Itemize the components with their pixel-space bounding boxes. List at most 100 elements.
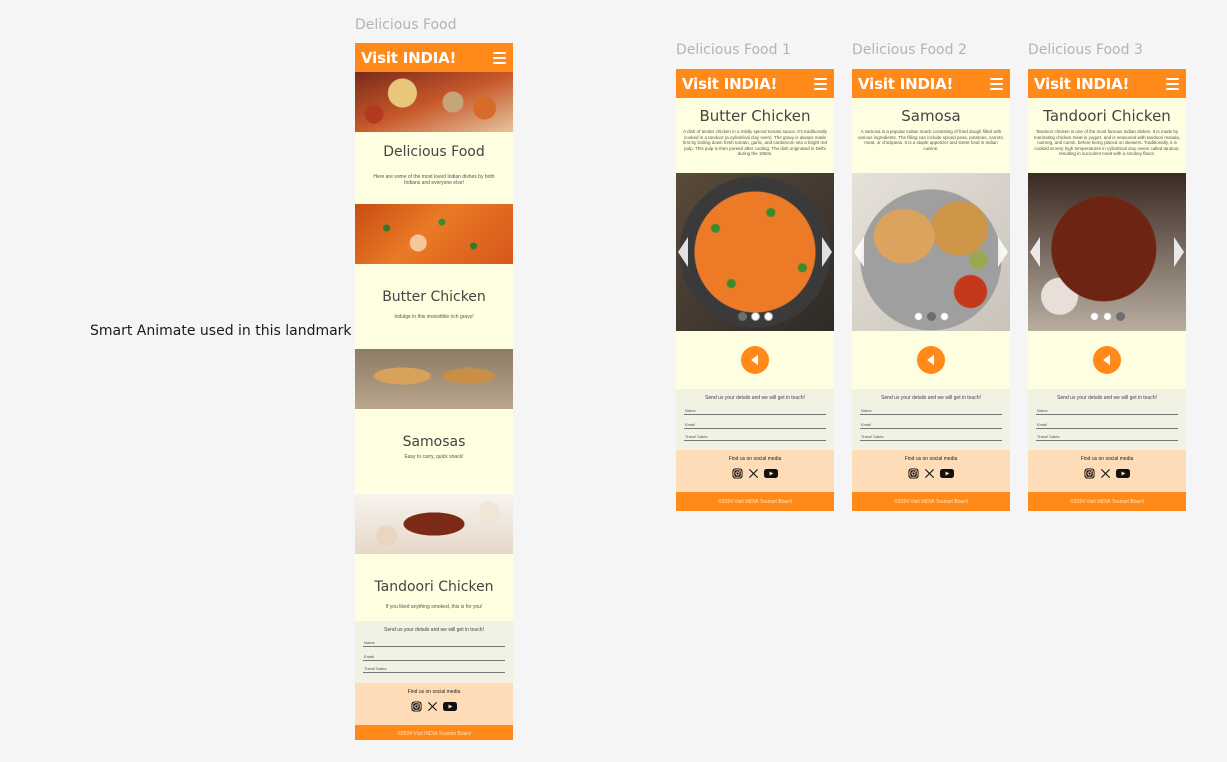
samosa-card[interactable]: Samosas Easy to carry, quick snack! xyxy=(355,409,513,494)
samosa-title: Samosas xyxy=(402,434,466,450)
brand-logo[interactable]: Visit INDIA! xyxy=(682,75,777,93)
form-title: Send us your details and we will get in … xyxy=(384,627,484,633)
samosa-text: Easy to carry, quick snack! xyxy=(404,454,464,460)
carousel-dot[interactable] xyxy=(1115,312,1125,321)
brand-logo[interactable]: Visit INDIA! xyxy=(1034,75,1129,93)
back-button[interactable] xyxy=(917,346,945,374)
carousel-dot[interactable] xyxy=(1089,312,1099,321)
tandoori-chicken-image[interactable] xyxy=(355,494,513,554)
instagram-icon[interactable] xyxy=(732,468,743,479)
frame-label-detail-2: Delicious Food 2 xyxy=(852,42,967,58)
butter-chicken-text: Indulge in this irresistible rich gravy! xyxy=(394,314,474,320)
youtube-icon[interactable] xyxy=(443,701,457,712)
travel-dates-field[interactable]: Travel Dates xyxy=(1036,431,1178,441)
carousel-dot[interactable] xyxy=(737,312,747,321)
name-field[interactable]: Name xyxy=(363,637,505,647)
back-button[interactable] xyxy=(741,346,769,374)
carousel-dots xyxy=(852,312,1010,321)
carousel-dot[interactable] xyxy=(750,312,760,321)
footer: ©2024 Visit INDIA Tourism Board xyxy=(355,725,513,740)
image-carousel[interactable] xyxy=(676,173,834,331)
detail-intro: Tandoori Chicken Tandoori chicken is one… xyxy=(1028,98,1186,173)
detail-description: Tandoori chicken is one of the most famo… xyxy=(1033,129,1181,156)
detail-page-samosa: Visit INDIA! Samosa A samosa is a popula… xyxy=(852,69,1010,511)
butter-chicken-image[interactable] xyxy=(355,204,513,264)
travel-dates-field[interactable]: Travel Dates xyxy=(860,431,1002,441)
contact-form: Send us your details and we will get in … xyxy=(676,389,834,450)
detail-description: A dish of tender chicken in a mildly spi… xyxy=(682,129,828,156)
social-section: Find us on social media xyxy=(355,683,513,725)
social-title: Find us on social media xyxy=(904,456,958,462)
x-icon[interactable] xyxy=(748,468,759,479)
social-title: Find us on social media xyxy=(1080,456,1134,462)
carousel-next-arrow-icon[interactable] xyxy=(1174,237,1184,267)
back-row xyxy=(852,331,1010,389)
back-arrow-icon xyxy=(927,355,934,365)
footer: ©2024 Visit INDIA Tourism Board xyxy=(676,492,834,511)
email-field[interactable]: Email xyxy=(363,651,505,661)
social-title: Find us on social media xyxy=(407,689,461,695)
carousel-prev-arrow-icon[interactable] xyxy=(678,237,688,267)
email-field[interactable]: Email xyxy=(684,419,826,429)
carousel-next-arrow-icon[interactable] xyxy=(998,237,1008,267)
instagram-icon[interactable] xyxy=(411,701,422,712)
social-section: Find us on social media xyxy=(852,450,1010,492)
back-arrow-icon xyxy=(751,355,758,365)
carousel-prev-arrow-icon[interactable] xyxy=(1030,237,1040,267)
hamburger-menu-icon[interactable] xyxy=(990,77,1003,90)
image-carousel[interactable] xyxy=(852,173,1010,331)
carousel-dots xyxy=(1028,312,1186,321)
intro-title: Delicious Food xyxy=(383,144,485,160)
carousel-dots xyxy=(676,312,834,321)
instagram-icon[interactable] xyxy=(908,468,919,479)
social-icons xyxy=(852,468,1010,479)
intro-section: Delicious Food Here are some of the most… xyxy=(355,132,513,204)
youtube-icon[interactable] xyxy=(764,468,778,479)
youtube-icon[interactable] xyxy=(1116,468,1130,479)
name-field[interactable]: Name xyxy=(684,405,826,415)
hamburger-menu-icon[interactable] xyxy=(1166,77,1179,90)
x-icon[interactable] xyxy=(1100,468,1111,479)
image-carousel[interactable] xyxy=(1028,173,1186,331)
carousel-next-arrow-icon[interactable] xyxy=(822,237,832,267)
carousel-dot[interactable] xyxy=(1102,312,1112,321)
x-icon[interactable] xyxy=(427,701,438,712)
footer: ©2024 Visit INDIA Tourism Board xyxy=(1028,492,1186,511)
intro-text: Here are some of the most loved Indian d… xyxy=(373,174,495,186)
tandoori-chicken-card[interactable]: Tandoori Chicken If you liked anything s… xyxy=(355,554,513,621)
name-field[interactable]: Name xyxy=(860,405,1002,415)
name-field[interactable]: Name xyxy=(1036,405,1178,415)
x-icon[interactable] xyxy=(924,468,935,479)
carousel-dot[interactable] xyxy=(913,312,923,321)
instagram-icon[interactable] xyxy=(1084,468,1095,479)
travel-dates-field[interactable]: Travel Dates xyxy=(684,431,826,441)
carousel-prev-arrow-icon[interactable] xyxy=(854,237,864,267)
email-field[interactable]: Email xyxy=(860,419,1002,429)
hamburger-menu-icon[interactable] xyxy=(493,51,506,64)
social-section: Find us on social media xyxy=(676,450,834,492)
carousel-dot[interactable] xyxy=(763,312,773,321)
youtube-icon[interactable] xyxy=(940,468,954,479)
contact-form: Send us your details and we will get in … xyxy=(852,389,1010,450)
contact-form: Send us your details and we will get in … xyxy=(355,621,513,683)
brand-logo[interactable]: Visit INDIA! xyxy=(361,49,456,67)
form-title: Send us your details and we will get in … xyxy=(705,395,805,401)
frame-label-detail-3: Delicious Food 3 xyxy=(1028,42,1143,58)
tandoori-chicken-title: Tandoori Chicken xyxy=(374,579,494,595)
carousel-dot[interactable] xyxy=(926,312,936,321)
frame-label-detail-1: Delicious Food 1 xyxy=(676,42,791,58)
form-title: Send us your details and we will get in … xyxy=(1057,395,1157,401)
travel-dates-field[interactable]: Travel Dates xyxy=(363,663,505,673)
frame-label-main: Delicious Food xyxy=(355,17,457,33)
carousel-dot[interactable] xyxy=(939,312,949,321)
social-icons xyxy=(676,468,834,479)
back-button[interactable] xyxy=(1093,346,1121,374)
contact-form: Send us your details and we will get in … xyxy=(1028,389,1186,450)
email-field[interactable]: Email xyxy=(1036,419,1178,429)
samosa-image[interactable] xyxy=(355,349,513,409)
footer: ©2024 Visit INDIA Tourism Board xyxy=(852,492,1010,511)
hamburger-menu-icon[interactable] xyxy=(814,77,827,90)
brand-logo[interactable]: Visit INDIA! xyxy=(858,75,953,93)
butter-chicken-card[interactable]: Butter Chicken Indulge in this irresisti… xyxy=(355,264,513,349)
social-icons xyxy=(1028,468,1186,479)
